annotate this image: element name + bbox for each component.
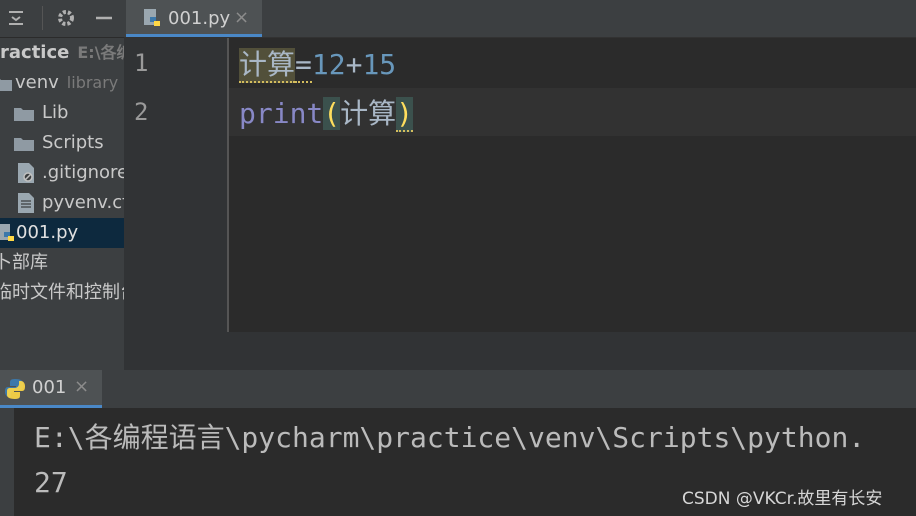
code-line-1[interactable]: 计算=12+15 xyxy=(239,41,396,89)
tree-item-label: venv xyxy=(15,72,59,93)
collapse-all-icon[interactable] xyxy=(6,8,26,28)
run-tabbar xyxy=(0,370,916,408)
toolbar-divider xyxy=(42,6,43,30)
tree-item-scripts[interactable]: Scripts xyxy=(0,128,124,158)
tree-item-label: Scripts xyxy=(42,132,104,153)
tree-item-001py[interactable]: 001.py xyxy=(0,218,124,248)
active-tab-indicator xyxy=(126,34,262,37)
python-file-icon xyxy=(144,9,160,26)
run-tab-001[interactable]: 001 × xyxy=(0,370,102,408)
run-toolbar xyxy=(0,408,14,516)
builtin-function: print xyxy=(239,97,324,130)
python-icon xyxy=(5,379,25,399)
editor-tab-label: 001.py xyxy=(168,8,231,29)
run-tab-label: 001 xyxy=(32,377,67,398)
editor-tab-001py[interactable]: 001.py × xyxy=(126,0,262,37)
tree-item-venv[interactable]: venv library xyxy=(0,68,124,98)
tree-item-label: pyvenv.cfg xyxy=(42,192,124,213)
line-number: 1 xyxy=(134,49,149,77)
tree-item-label: .gitignore xyxy=(42,162,124,183)
close-icon[interactable]: × xyxy=(234,7,249,28)
variable-identifier: 计算 xyxy=(340,97,397,130)
close-paren: ) xyxy=(396,97,414,132)
tree-item-label: Lib xyxy=(42,102,69,123)
tree-item-label: 卜部库 xyxy=(0,252,48,273)
code-line-2[interactable]: print(计算) xyxy=(239,90,414,138)
tree-item-gitignore[interactable]: .gitignore xyxy=(0,158,124,188)
folder-icon xyxy=(14,138,34,151)
tree-scroll-area xyxy=(0,352,124,370)
tree-item-path: E:\各编 xyxy=(77,43,124,62)
project-tree: ractice E:\各编 venv library Lib Scripts .gi… xyxy=(0,38,124,368)
variable-identifier: 计算 xyxy=(239,48,296,83)
tree-item-lib[interactable]: Lib xyxy=(0,98,124,128)
gear-icon[interactable] xyxy=(56,8,76,28)
tree-item-sub: library xyxy=(66,73,119,92)
tree-item-external-libraries[interactable]: 卜部库 xyxy=(0,248,124,278)
tree-item-pyvenv[interactable]: pyvenv.cfg xyxy=(0,188,124,218)
line-number-gutter: 1 2 xyxy=(124,38,228,332)
close-icon[interactable]: × xyxy=(74,376,89,397)
console-line: 27 xyxy=(34,466,68,499)
folder-icon xyxy=(14,108,34,121)
python-file-icon xyxy=(0,224,14,241)
tree-item-scratches[interactable]: 临时文件和控制台 xyxy=(0,278,124,308)
number-literal: 15 xyxy=(362,48,397,81)
assign-operator: = xyxy=(295,48,312,83)
folder-icon xyxy=(0,79,12,91)
text-file-icon xyxy=(18,193,34,213)
tree-item-label: ractice xyxy=(0,42,70,63)
tree-item-project-root[interactable]: ractice E:\各编 xyxy=(0,38,124,68)
tree-item-label: 001.py xyxy=(16,222,79,243)
project-toolbar xyxy=(0,0,124,37)
minimize-icon[interactable] xyxy=(94,8,114,28)
console-line: E:\各编程语言\pycharm\practice\venv\Scripts\p… xyxy=(34,421,866,454)
line-number: 2 xyxy=(134,98,149,126)
editor-breadcrumb-bar xyxy=(124,332,916,370)
tree-item-label: 临时文件和控制台 xyxy=(0,282,124,303)
number-literal: 12 xyxy=(311,48,346,81)
watermark: CSDN @VKCr.故里有长安 xyxy=(682,489,883,509)
open-paren: ( xyxy=(323,97,341,130)
ignore-file-icon xyxy=(18,163,34,183)
plus-operator: + xyxy=(345,48,363,81)
